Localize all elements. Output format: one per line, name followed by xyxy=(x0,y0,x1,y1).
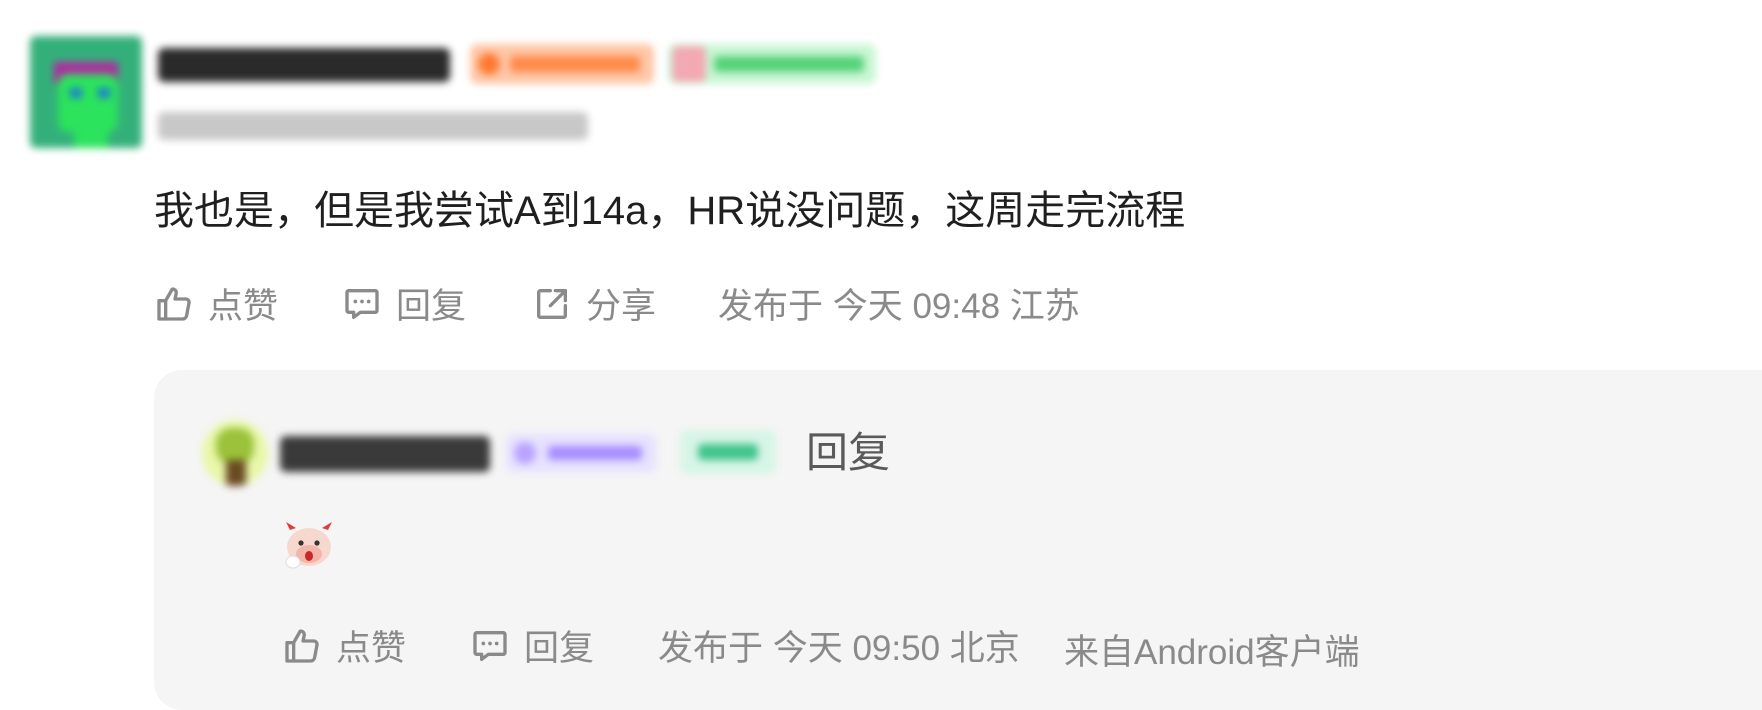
user-badge xyxy=(668,44,876,84)
user-badge xyxy=(470,44,654,84)
user-subtitle-redacted xyxy=(158,112,588,140)
like-button[interactable]: 点赞 xyxy=(154,278,278,329)
reply-reply-button[interactable]: 回复 xyxy=(470,620,594,671)
comment-text: 我也是，但是我尝试A到14a，HR说没问题，这周走完流程 xyxy=(154,189,1186,233)
reply-username-redacted[interactable] xyxy=(280,436,490,472)
username-redacted[interactable] xyxy=(158,48,450,82)
avatar[interactable] xyxy=(30,36,142,148)
comment-icon xyxy=(342,284,382,324)
bull-emoji xyxy=(282,520,336,570)
share-icon xyxy=(532,284,572,324)
reply-source: 来自Android客户端 xyxy=(1064,633,1360,672)
thumbs-up-icon xyxy=(154,284,194,324)
reply-tag: 回复 xyxy=(806,429,891,476)
share-label: 分享 xyxy=(586,287,657,326)
user-badge xyxy=(506,434,656,472)
reply-reply-label: 回复 xyxy=(524,629,595,668)
reply-avatar[interactable] xyxy=(202,420,268,486)
post-meta: 发布于 今天 09:48 江苏 xyxy=(718,287,1080,326)
reply-label: 回复 xyxy=(396,287,467,326)
share-button[interactable]: 分享 xyxy=(532,278,656,329)
thumbs-up-icon xyxy=(282,626,322,666)
user-badge xyxy=(680,430,776,474)
reply-button[interactable]: 回复 xyxy=(342,278,466,329)
like-label: 点赞 xyxy=(208,287,279,326)
reply-meta: 发布于 今天 09:50 北京 xyxy=(658,629,1020,668)
reply-like-label: 点赞 xyxy=(336,629,407,668)
reply-like-button[interactable]: 点赞 xyxy=(282,620,406,671)
comment-icon xyxy=(470,626,510,666)
